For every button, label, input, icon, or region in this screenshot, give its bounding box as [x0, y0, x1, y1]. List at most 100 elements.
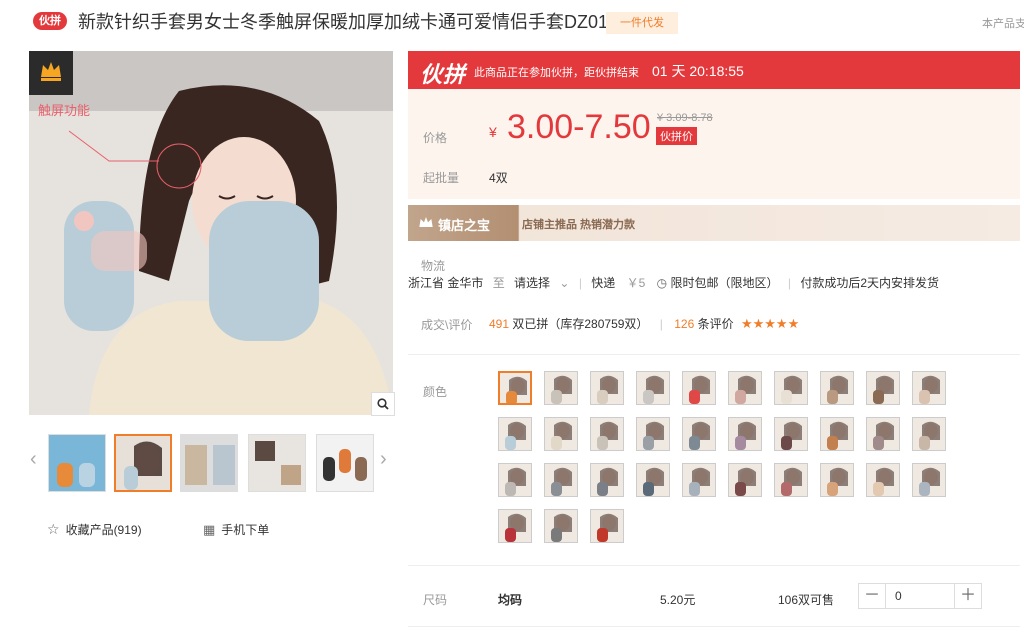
product-title: 新款针织手套男女士冬季触屏保暖加厚加绒卡通可爱情侣手套DZ01 [78, 12, 609, 32]
shop-treasure-title: 镇店之宝 [438, 218, 491, 233]
color-swatch[interactable] [498, 371, 532, 405]
shipping-promo: 限时包邮（限地区） [670, 276, 779, 290]
dropship-tag[interactable]: 一件代发 [606, 12, 678, 34]
header-right-text: 本产品支 [982, 18, 1024, 30]
decrement-button[interactable]: － [859, 584, 886, 608]
color-swatch[interactable] [498, 509, 532, 543]
color-swatch[interactable] [820, 371, 854, 405]
color-swatch[interactable] [544, 509, 578, 543]
color-swatch[interactable] [544, 417, 578, 451]
color-swatch[interactable] [498, 463, 532, 497]
huopin-price-tag: 伙拼价 [656, 127, 697, 145]
thumbnail-selected[interactable] [114, 434, 172, 492]
size-stock: 106双可售 [778, 593, 835, 607]
divider [408, 565, 1020, 566]
shipping-method: 快递 [591, 276, 616, 290]
price-value: 3.00-7.50 [507, 108, 651, 146]
divider [408, 626, 1020, 627]
divider [408, 354, 1020, 355]
moq-value: 4双 [489, 171, 508, 185]
color-label: 颜色 [423, 385, 448, 399]
mobile-order-label: 手机下单 [221, 523, 270, 537]
color-swatch[interactable] [590, 417, 624, 451]
color-swatch[interactable] [774, 417, 808, 451]
color-swatch[interactable] [590, 509, 624, 543]
price-currency: ¥ [489, 124, 497, 140]
thumbnail[interactable] [316, 434, 374, 492]
separator: | [787, 276, 791, 290]
color-swatch[interactable] [544, 463, 578, 497]
dispatch-info: 付款成功后2天内安排发货 [800, 276, 940, 290]
separator: | [659, 317, 663, 331]
star-outline-icon: ☆ [47, 521, 60, 537]
logistics-row: 浙江省 金华市 至 请选择 ⌄ | 快递 ￥5 ◷ 限时包邮（限地区） | 付款… [408, 274, 939, 291]
stats-label: 成交\评价 [421, 318, 473, 332]
price-label: 价格 [423, 131, 448, 145]
sold-count: 491 [489, 317, 510, 331]
color-swatch[interactable] [498, 417, 532, 451]
thumbs-prev-icon[interactable]: ‹ [30, 448, 37, 471]
thumbs-next-icon[interactable]: › [380, 448, 387, 471]
color-swatch[interactable] [590, 371, 624, 405]
clock-icon: ◷ [656, 276, 668, 290]
color-swatch[interactable] [728, 463, 762, 497]
color-swatch[interactable] [774, 371, 808, 405]
color-swatch[interactable] [866, 463, 900, 497]
favorite-label: 收藏产品(919) [65, 523, 142, 537]
color-swatch[interactable] [912, 417, 946, 451]
color-swatch[interactable] [728, 371, 762, 405]
color-swatch[interactable] [682, 463, 716, 497]
mobile-order-button[interactable]: ▦ 手机下单 [203, 521, 269, 538]
original-price: ¥ 3.09-8.78 [657, 112, 713, 124]
color-swatch[interactable] [866, 371, 900, 405]
sold-text: 双已拼（库存280759双） [512, 317, 649, 331]
reviews-count[interactable]: 126 [674, 317, 694, 331]
size-value: 均码 [498, 593, 523, 607]
color-swatch[interactable] [866, 417, 900, 451]
to-label: 至 [492, 276, 505, 290]
size-price: 5.20元 [660, 593, 696, 607]
color-swatch[interactable] [774, 463, 808, 497]
huopin-logo: 伙拼 [420, 62, 467, 87]
quantity-stepper[interactable]: － 0 ＋ [858, 583, 982, 609]
huopin-badge: 伙拼 [33, 12, 67, 30]
reviews-text[interactable]: 条评价 [698, 317, 734, 331]
destination-select[interactable]: 请选择 ⌄ [514, 276, 569, 290]
rating-stars: ★★★★★ [740, 316, 800, 331]
moq-label: 起批量 [423, 171, 460, 185]
touch-feature-label: 触屏功能 [38, 103, 91, 118]
shop-treasure-subtitle: 店铺主推品 热销潜力款 [522, 219, 636, 231]
promo-text: 此商品正在参加伙拼，距伙拼结束 [474, 67, 639, 79]
promo-bar: 伙拼 此商品正在参加伙拼，距伙拼结束 01 天 20:18:55 [408, 51, 1020, 89]
chevron-down-icon: ⌄ [559, 276, 570, 290]
increment-button[interactable]: ＋ [954, 584, 981, 608]
quantity-input[interactable]: 0 [895, 589, 902, 603]
favorite-button[interactable]: ☆ 收藏产品(919) [47, 521, 142, 538]
color-swatch[interactable] [820, 417, 854, 451]
thumbnail[interactable] [48, 434, 106, 492]
qrcode-icon: ▦ [203, 522, 216, 537]
color-swatch[interactable] [636, 371, 670, 405]
color-swatch[interactable] [912, 463, 946, 497]
origin-location: 浙江省 金华市 [408, 276, 484, 290]
thumbnail[interactable] [248, 434, 306, 492]
logistics-label: 物流 [421, 259, 446, 273]
thumbnail[interactable] [180, 434, 238, 492]
color-swatch[interactable] [544, 371, 578, 405]
separator: | [578, 276, 582, 290]
color-swatch[interactable] [728, 417, 762, 451]
crown-icon [419, 217, 433, 227]
shipping-fee: ￥5 [626, 276, 646, 290]
color-swatch[interactable] [820, 463, 854, 497]
shop-treasure-bar[interactable]: 镇店之宝 店铺主推品 热销潜力款 [408, 205, 1020, 241]
crown-icon [41, 62, 61, 81]
crown-badge [29, 51, 73, 95]
color-swatch[interactable] [912, 371, 946, 405]
color-swatch[interactable] [636, 417, 670, 451]
color-swatch[interactable] [636, 463, 670, 497]
zoom-button[interactable] [371, 392, 395, 416]
color-swatch[interactable] [682, 417, 716, 451]
color-swatch[interactable] [590, 463, 624, 497]
color-swatch[interactable] [682, 371, 716, 405]
size-label: 尺码 [423, 593, 448, 607]
